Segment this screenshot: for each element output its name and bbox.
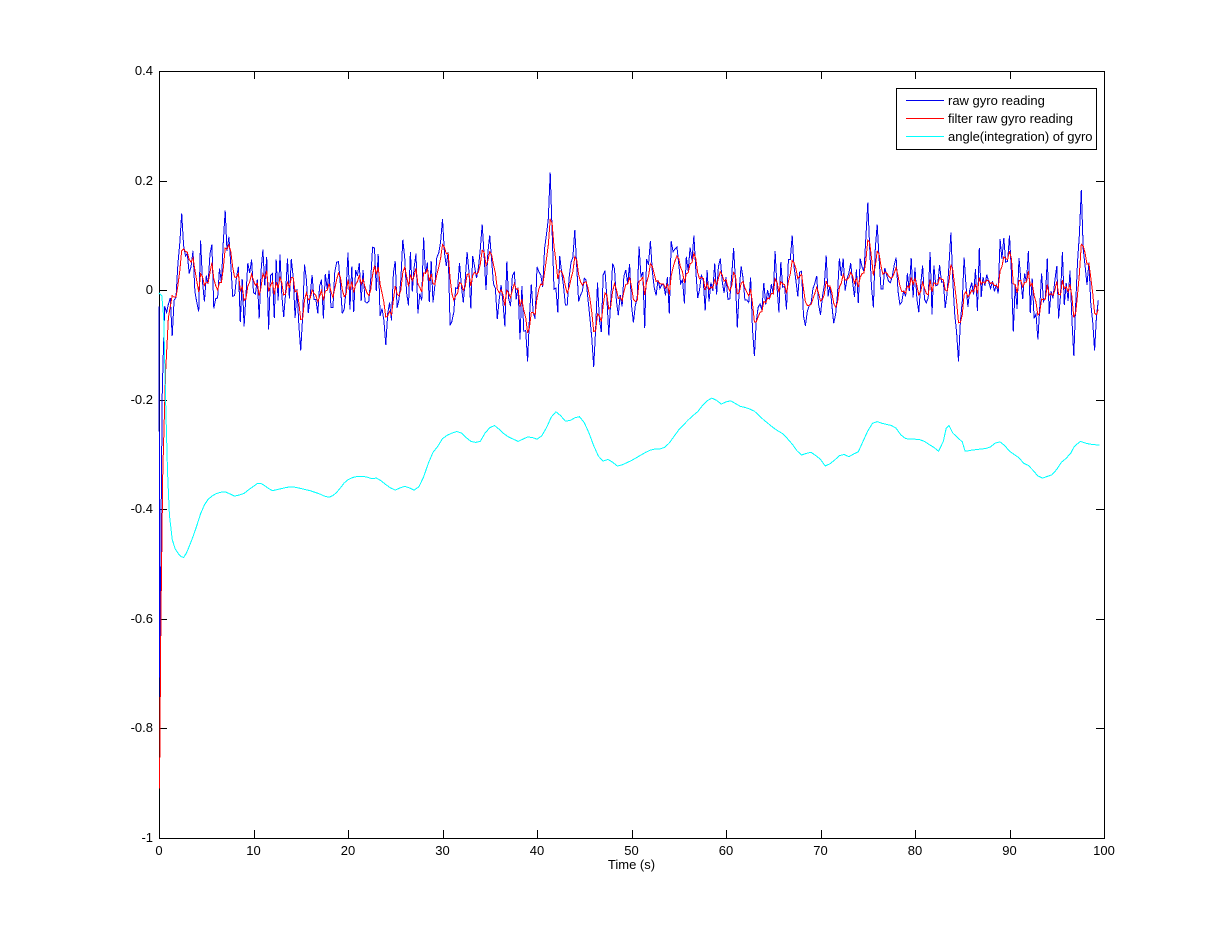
legend-label: raw gyro reading <box>948 93 1045 108</box>
x-axis-title: Time (s) <box>607 857 656 872</box>
x-tick-label: 90 <box>1002 843 1017 858</box>
legend-item: angle(integration) of gyro <box>897 128 1096 146</box>
y-tick-label: -0.4 <box>130 501 153 517</box>
figure-window: Time (s) raw gyro reading filter raw gyro… <box>0 0 1218 943</box>
y-tick-label: 0.2 <box>134 172 153 188</box>
legend-line-swatch <box>906 118 944 119</box>
series-line-angle-integration-of-gyro <box>158 292 1100 559</box>
x-tick-label: 70 <box>813 843 828 858</box>
x-tick-label: 50 <box>624 843 639 858</box>
x-tick-label: 0 <box>155 843 163 858</box>
x-tick-label: 80 <box>907 843 923 858</box>
y-tick-label: -0.2 <box>130 391 153 407</box>
x-tick-label: 60 <box>718 843 734 858</box>
x-tick-label: 40 <box>529 843 545 858</box>
plot-border <box>159 71 1105 839</box>
y-tick-label: 0 <box>145 282 153 298</box>
y-tick-label: -0.8 <box>130 720 153 736</box>
legend-line-swatch <box>906 136 944 137</box>
series-line-filter-raw-gyro-reading <box>159 217 1099 789</box>
legend-label: angle(integration) of gyro <box>948 129 1093 144</box>
legend[interactable]: raw gyro reading filter raw gyro reading a… <box>896 88 1097 150</box>
x-tick-label: 10 <box>246 843 261 858</box>
x-tick-label: 30 <box>435 843 450 858</box>
x-tick-label: 20 <box>340 843 356 858</box>
legend-item: filter raw gyro reading <box>897 110 1096 128</box>
y-tick-label: -0.6 <box>130 610 153 626</box>
legend-label: filter raw gyro reading <box>948 111 1073 126</box>
legend-line-swatch <box>906 100 944 101</box>
legend-item: raw gyro reading <box>897 92 1096 110</box>
x-tick-label: 100 <box>1093 843 1115 858</box>
y-tick-label: 0.4 <box>134 63 153 78</box>
